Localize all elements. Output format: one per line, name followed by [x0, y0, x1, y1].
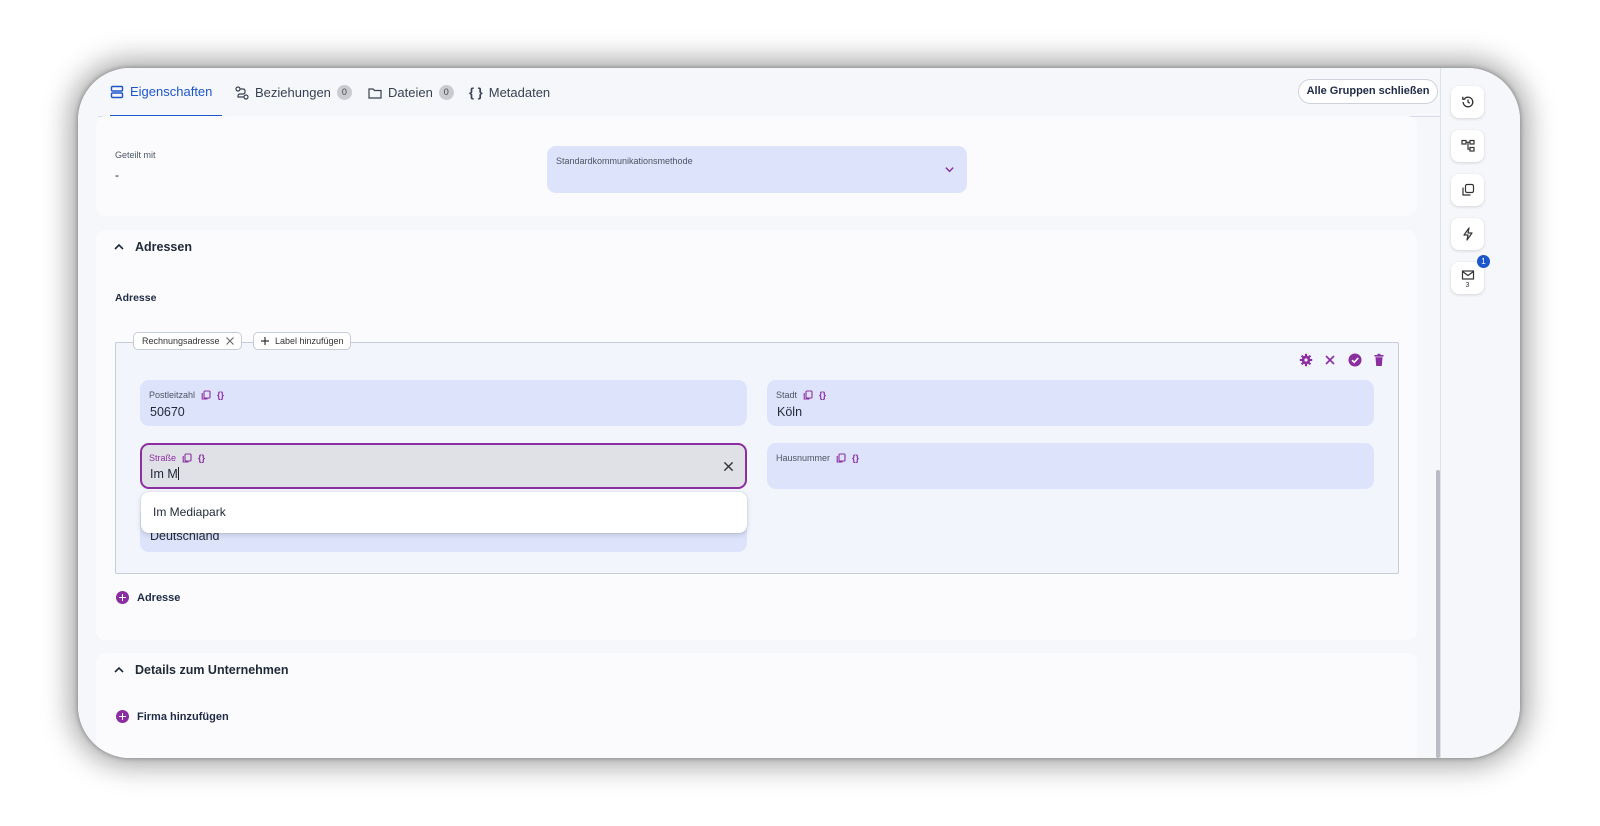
plus-icon [261, 337, 269, 345]
text-cursor [177, 467, 179, 480]
remove-label-icon[interactable] [225, 336, 235, 346]
gear-icon[interactable] [1299, 353, 1313, 367]
tab-metadaten[interactable]: { } Metadaten [469, 68, 550, 117]
copy-icon[interactable] [836, 453, 846, 463]
mail-button[interactable]: 3 1 [1451, 255, 1490, 294]
postal-code-field[interactable]: Postleitzahl {} 50670 [140, 380, 747, 426]
braces-icon[interactable]: {} [852, 453, 859, 463]
hierarchy-icon [1460, 139, 1475, 152]
suggestion-item[interactable]: Im Mediapark [153, 505, 226, 519]
plus-circle-icon [116, 710, 129, 723]
city-label-row: Stadt {} [776, 390, 826, 400]
chip-label: Rechnungsadresse [142, 336, 220, 346]
tab-label: Beziehungen [255, 85, 331, 100]
comm-method-label: Standardkommunikationsmethode [556, 156, 693, 166]
city-label: Stadt [776, 390, 798, 400]
tab-label: Metadaten [488, 85, 551, 100]
mail-notification-badge: 1 [1477, 255, 1490, 268]
history-button[interactable] [1451, 86, 1484, 118]
house-number-label-row: Hausnummer {} [776, 453, 859, 463]
label-chip-rechnungsadresse: Rechnungsadresse [133, 332, 242, 350]
add-label-text: Label hinzufügen [275, 336, 344, 346]
files-count-badge: 0 [438, 85, 454, 100]
shared-with-label: Geteilt mit [115, 150, 156, 160]
mail-icon [1461, 270, 1474, 280]
tab-eigenschaften[interactable]: Eigenschaften [110, 68, 222, 117]
street-input[interactable]: Im M [150, 467, 179, 481]
copy-icon[interactable] [803, 390, 813, 400]
plus-circle-icon [116, 591, 129, 604]
add-company-label: Firma hinzufügen [137, 710, 229, 723]
braces-icon[interactable]: {} [198, 453, 205, 463]
right-rail: 3 1 [1440, 68, 1520, 758]
add-address-button[interactable]: Adresse [116, 591, 180, 604]
add-address-label: Adresse [137, 591, 181, 604]
copy-icon[interactable] [182, 453, 192, 463]
close-icon[interactable] [1323, 353, 1337, 367]
shared-with-value: - [115, 168, 119, 182]
addresses-section-title: Adressen [135, 240, 192, 254]
relation-count-badge: 0 [336, 85, 352, 100]
tab-beziehungen[interactable]: Beziehungen 0 [235, 68, 352, 117]
tab-dateien[interactable]: Dateien 0 [368, 68, 454, 117]
tab-label: Eigenschaften [130, 84, 213, 99]
postal-code-label-row: Postleitzahl {} [149, 390, 224, 400]
company-card: Details zum Unternehmen Firma hinzufügen [96, 653, 1417, 758]
street-label-row: Straße {} [149, 453, 205, 463]
braces-icon[interactable]: {} [819, 390, 826, 400]
folder-icon [368, 87, 382, 99]
street-field[interactable]: Straße {} Im M [140, 443, 747, 489]
mail-count: 3 [1465, 282, 1470, 289]
main-panel: Eigenschaften Beziehungen 0 Dateien 0 { … [78, 68, 1469, 758]
city-value: Köln [777, 405, 803, 419]
duplicate-button[interactable] [1451, 174, 1484, 206]
app-window: Eigenschaften Beziehungen 0 Dateien 0 { … [78, 68, 1520, 758]
addresses-section-toggle[interactable]: Adressen [113, 240, 192, 254]
house-number-label: Hausnummer [776, 453, 831, 463]
check-circle-icon[interactable] [1348, 353, 1362, 367]
postal-code-value: 50670 [150, 405, 185, 419]
company-section-toggle[interactable]: Details zum Unternehmen [113, 663, 289, 677]
house-number-field[interactable]: Hausnummer {} [767, 443, 1374, 489]
address-entry: Postleitzahl {} 50670 Stadt {} Köln Deut… [115, 342, 1399, 574]
city-field[interactable]: Stadt {} Köln [767, 380, 1374, 426]
tab-label: Dateien [388, 85, 433, 100]
close-all-groups-button[interactable]: Alle Gruppen schließen [1298, 79, 1438, 104]
rows-icon [110, 85, 124, 98]
history-icon [1461, 96, 1473, 108]
company-section-title: Details zum Unternehmen [135, 663, 289, 677]
trash-icon[interactable] [1372, 353, 1386, 367]
tab-bar: Eigenschaften Beziehungen 0 Dateien 0 { … [98, 68, 1448, 117]
addresses-card: Adressen Adresse Postleitzahl {} 50670 S… [96, 230, 1417, 640]
hierarchy-button[interactable] [1451, 130, 1484, 162]
clear-input-icon[interactable] [723, 461, 734, 472]
copy-icon[interactable] [201, 390, 211, 400]
lightning-icon [1462, 227, 1473, 241]
chevron-down-icon [945, 167, 954, 173]
general-card: Geteilt mit - Standardkommunikationsmeth… [96, 116, 1417, 216]
comm-method-select[interactable]: Standardkommunikationsmethode [547, 146, 967, 193]
address-subheading: Adresse [115, 292, 157, 304]
street-suggestions-dropdown: Im Mediapark [141, 492, 747, 533]
street-value: Im M [150, 467, 178, 481]
actions-button[interactable] [1451, 218, 1484, 250]
street-label: Straße [149, 453, 177, 463]
postal-code-label: Postleitzahl [149, 390, 196, 400]
duplicate-icon [1461, 183, 1474, 196]
chevron-up-icon [114, 243, 124, 250]
add-label-button[interactable]: Label hinzufügen [253, 332, 351, 350]
braces-icon[interactable]: {} [217, 390, 224, 400]
add-company-button[interactable]: Firma hinzufügen [116, 710, 229, 723]
relation-icon [235, 85, 249, 100]
chevron-up-icon [114, 666, 124, 673]
braces-icon: { } [469, 85, 483, 100]
